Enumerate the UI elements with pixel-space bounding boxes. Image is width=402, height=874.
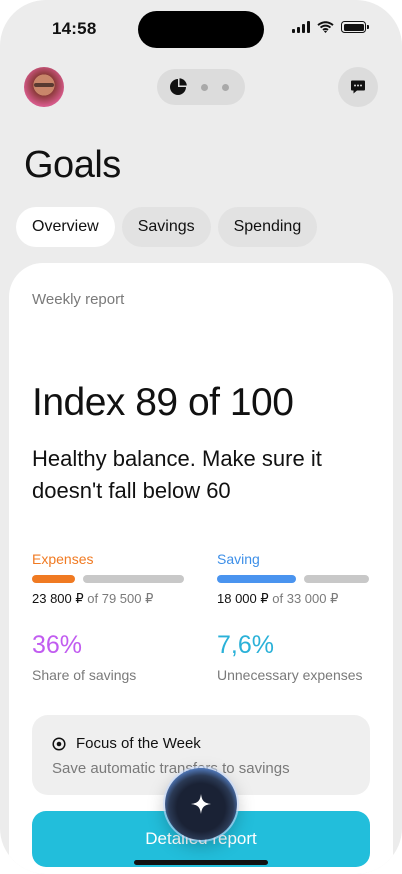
expenses-current: 23 800 ₽ (32, 591, 84, 606)
expenses-total: of 79 500 ₽ (87, 591, 154, 606)
unnecessary-expenses-value: 7,6% (217, 631, 274, 659)
unnecessary-expenses-label: Unnecessary expenses (217, 667, 363, 683)
expenses-amount: 23 800 ₽ of 79 500 ₽ (32, 591, 184, 607)
tab-spending[interactable]: Spending (217, 207, 318, 247)
expenses-label: Expenses (32, 551, 94, 567)
focus-title: Focus of the Week (76, 735, 201, 752)
saving-amount: 18 000 ₽ of 33 000 ₽ (217, 591, 369, 607)
status-icons (292, 21, 369, 33)
view-switcher[interactable] (157, 69, 245, 105)
saving-total: of 33 000 ₽ (272, 591, 339, 606)
target-icon (52, 736, 66, 751)
battery-icon (341, 21, 369, 33)
phone-screen: 14:58 Goals Overview Savings Spending We… (0, 0, 402, 874)
expenses-progress-bar (32, 575, 184, 583)
pager-dot[interactable] (201, 83, 208, 91)
saving-label: Saving (217, 551, 260, 567)
user-avatar[interactable] (24, 67, 64, 107)
share-of-savings-value: 36% (32, 631, 83, 659)
focus-title-row: Focus of the Week (52, 735, 201, 752)
expenses-stat: Expenses 23 800 ₽ of 79 500 ₽ (32, 551, 184, 607)
card-heading: Weekly report (32, 291, 125, 308)
pager-dot[interactable] (222, 83, 229, 91)
saving-progress-rest (304, 575, 369, 583)
index-score: Index 89 of 100 (32, 381, 294, 424)
page-title: Goals (24, 144, 121, 186)
chat-bubble-icon (351, 80, 365, 94)
saving-progress-bar (217, 575, 369, 583)
tab-overview[interactable]: Overview (16, 207, 115, 247)
expenses-progress-rest (83, 575, 184, 583)
saving-stat: Saving 18 000 ₽ of 33 000 ₽ (217, 551, 369, 607)
dynamic-island (138, 11, 264, 48)
ai-assistant-button[interactable] (165, 768, 237, 840)
expenses-progress-fill (32, 575, 75, 583)
sparkle-icon (191, 794, 211, 814)
home-indicator[interactable] (134, 860, 268, 865)
tab-bar: Overview Savings Spending (16, 207, 318, 247)
balance-message: Healthy balance. Make sure it doesn't fa… (32, 446, 322, 503)
saving-progress-fill (217, 575, 296, 583)
share-of-savings-label: Share of savings (32, 667, 137, 683)
saving-current: 18 000 ₽ (217, 591, 269, 606)
focus-text: Save automatic transfers to savings (52, 760, 290, 777)
pie-chart-icon[interactable] (169, 78, 187, 96)
wifi-icon (317, 21, 334, 33)
chat-button[interactable] (338, 67, 378, 107)
status-time: 14:58 (52, 19, 97, 38)
tab-savings[interactable]: Savings (121, 207, 211, 247)
unnecessary-expenses-stat: 7,6% Unnecessary expenses (217, 631, 363, 683)
cellular-signal-icon (292, 21, 310, 33)
share-of-savings-stat: 36% Share of savings (32, 631, 136, 683)
